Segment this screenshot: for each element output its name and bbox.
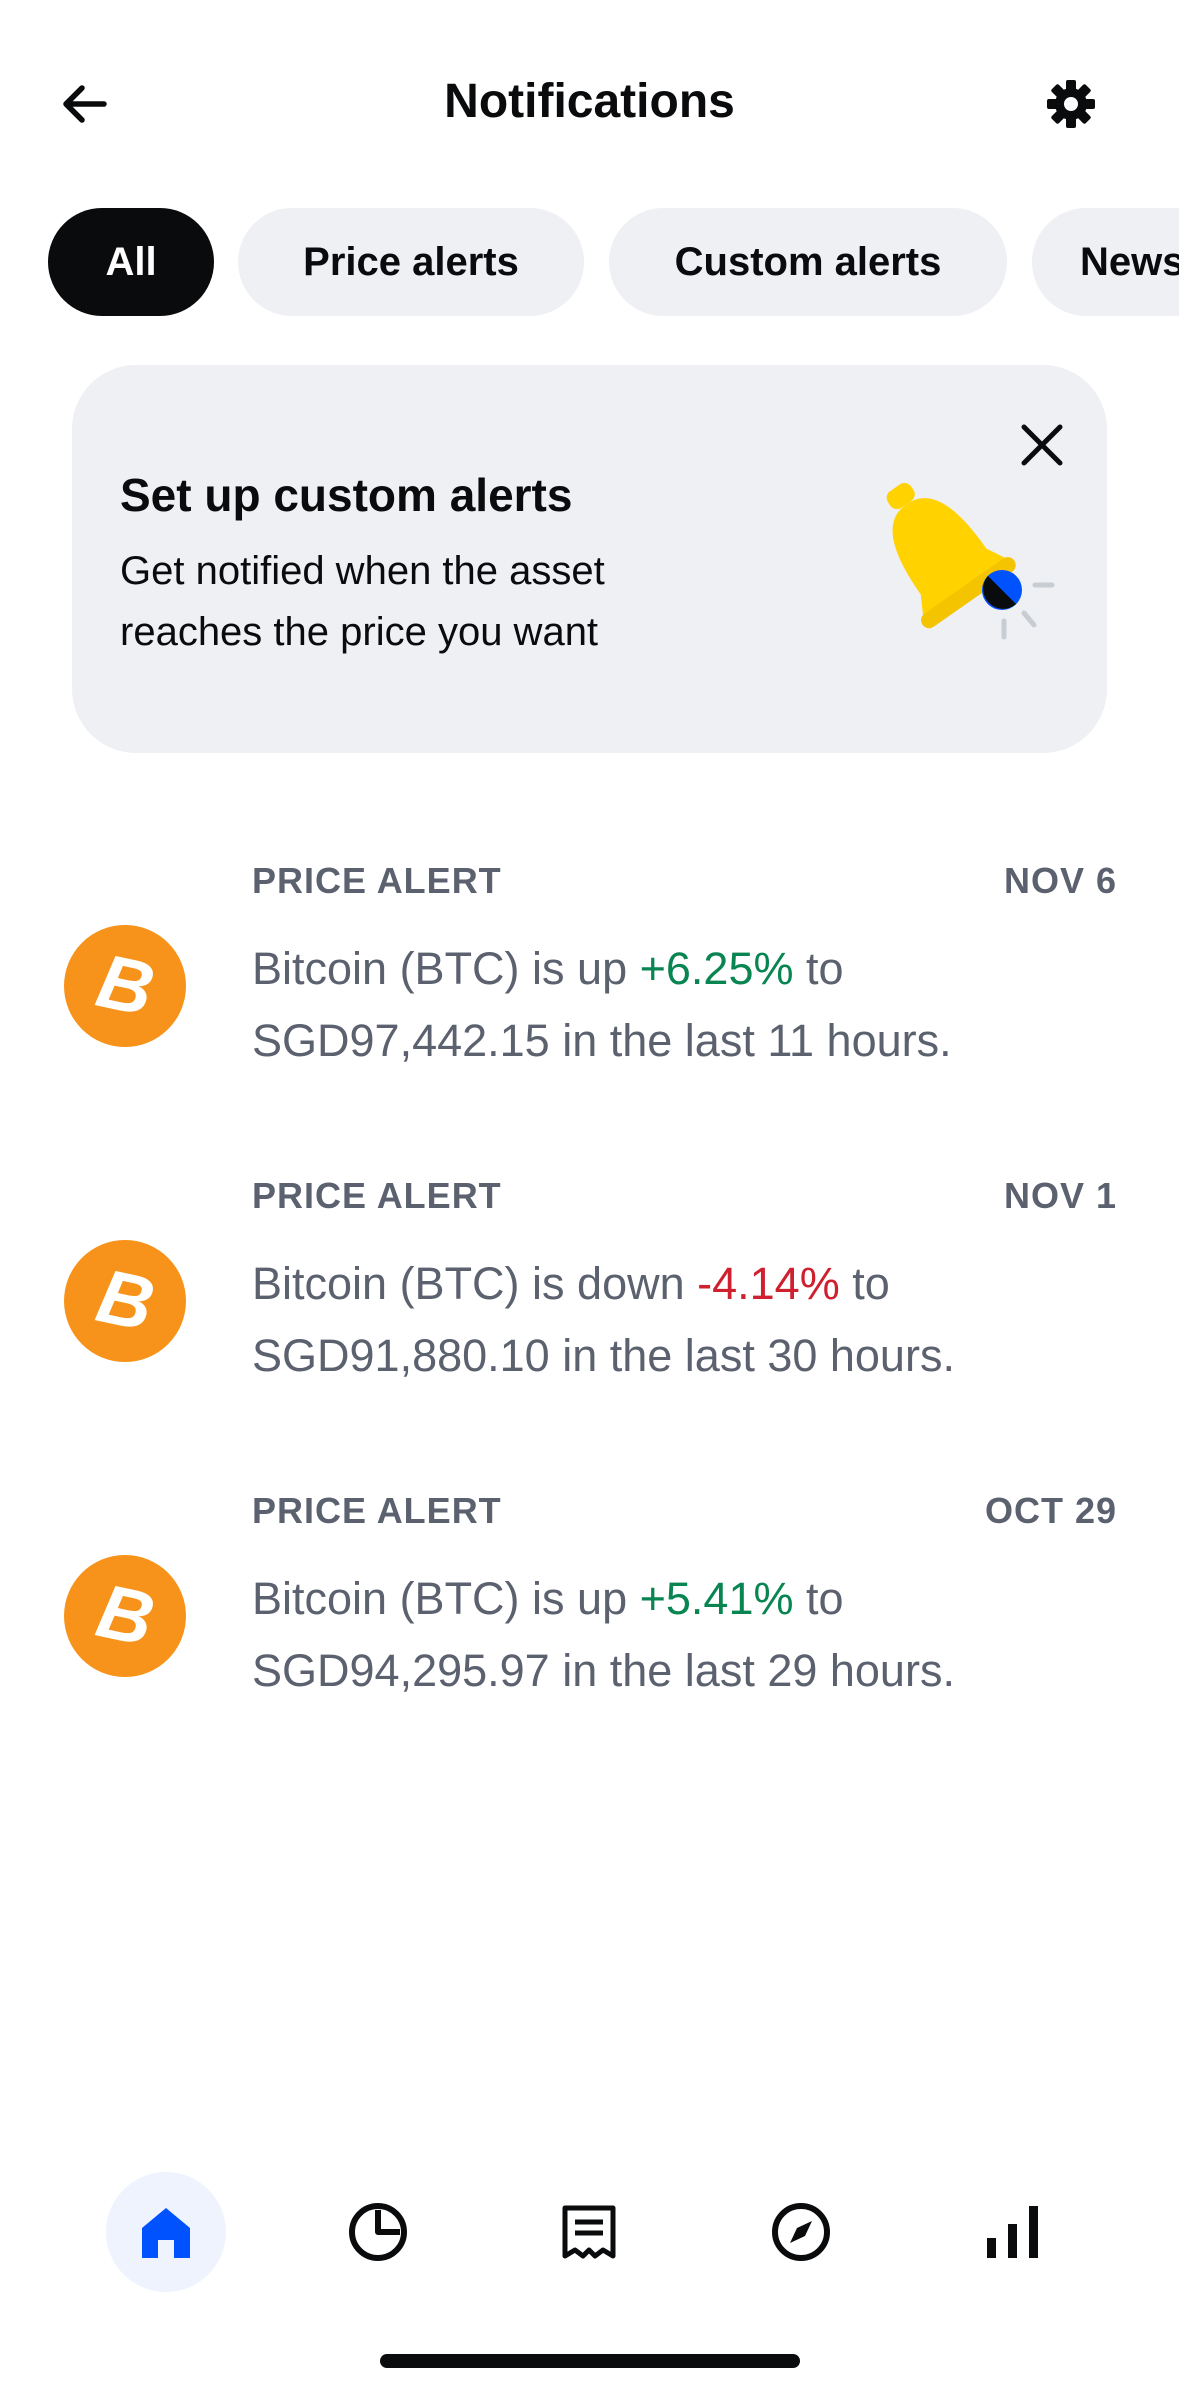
notification-type: PRICE ALERT [252,860,502,901]
bitcoin-icon: B [64,1240,186,1362]
bell-illustration [886,482,1055,640]
page-title: Notifications [444,75,735,128]
receipt-icon [562,2205,616,2259]
filter-chip-price-alerts[interactable]: Price alerts [238,208,584,316]
close-icon [1021,424,1063,466]
filter-chip-news[interactable]: News [1032,208,1179,316]
home-indicator [380,2354,800,2368]
compass-icon [772,2203,830,2261]
gear-icon [1047,80,1095,128]
notification-message: Bitcoin (BTC) is up +5.41% to SGD94,295.… [252,1573,955,1696]
portfolio-pie-icon [349,2203,407,2261]
filter-chip-all[interactable]: All [48,208,214,316]
promo-title: Set up custom alerts [120,469,573,521]
nav-explore[interactable] [741,2172,861,2292]
notification-item[interactable]: B PRICE ALERT NOV 1 Bitcoin (BTC) is dow… [0,1160,1179,1430]
nav-portfolio[interactable] [318,2172,438,2292]
home-icon [142,2208,190,2258]
nav-home[interactable] [106,2172,226,2292]
bitcoin-icon: B [64,925,186,1047]
notification-item[interactable]: B PRICE ALERT NOV 6 Bitcoin (BTC) is up … [0,845,1179,1115]
settings-button[interactable] [1035,68,1107,140]
filter-chips: All Price alerts Custom alerts News [0,208,1179,318]
notification-type: PRICE ALERT [252,1175,502,1216]
notification-item[interactable]: B PRICE ALERT OCT 29 Bitcoin (BTC) is up… [0,1475,1179,1745]
header: Notifications [0,0,1179,200]
notification-message: Bitcoin (BTC) is down -4.14% to SGD91,88… [252,1258,955,1381]
notification-date: OCT 29 [984,1490,1117,1531]
price-change: +5.41% [639,1573,794,1624]
nav-transactions[interactable] [529,2172,649,2292]
price-change: -4.14% [697,1258,840,1309]
price-change: +6.25% [639,943,794,994]
bar-chart-icon [987,2206,1038,2258]
filter-chip-custom-alerts[interactable]: Custom alerts [609,208,1007,316]
notification-message: Bitcoin (BTC) is up +6.25% to SGD97,442.… [252,943,952,1066]
promo-description: Get notified when the asset reaches the … [120,549,605,654]
bottom-nav [0,2160,1179,2310]
notification-date: NOV 1 [1003,1175,1117,1216]
bitcoin-icon: B [64,1555,186,1677]
custom-alerts-promo-card[interactable]: Set up custom alerts Get notified when t… [72,365,1107,753]
nav-markets[interactable] [953,2172,1073,2292]
notification-date: NOV 6 [1003,860,1117,901]
notification-type: PRICE ALERT [252,1490,502,1531]
